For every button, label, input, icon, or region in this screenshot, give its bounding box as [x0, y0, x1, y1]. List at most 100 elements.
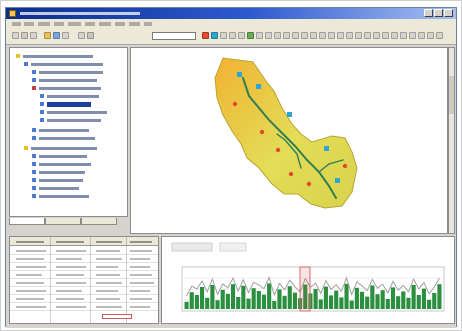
help-icon[interactable]	[319, 32, 326, 39]
open-icon[interactable]	[21, 32, 28, 39]
add-point-icon[interactable]	[202, 32, 209, 39]
table-cell[interactable]	[130, 274, 152, 276]
tab-2[interactable]	[45, 218, 81, 225]
table-cell[interactable]	[130, 298, 152, 300]
tool-icon-f[interactable]	[373, 32, 380, 39]
tree-item[interactable]	[47, 111, 107, 114]
table-cell[interactable]	[96, 282, 122, 284]
select-icon[interactable]	[220, 32, 227, 39]
tool-icon-h[interactable]	[391, 32, 398, 39]
tool-icon-k[interactable]	[418, 32, 425, 39]
table-cell[interactable]	[16, 250, 46, 252]
column-header[interactable]	[56, 241, 84, 243]
tree-item[interactable]	[39, 179, 83, 182]
chart-control[interactable]	[219, 242, 247, 252]
table-cell[interactable]	[130, 250, 152, 252]
table-cell[interactable]	[56, 306, 86, 308]
legend-icon[interactable]	[265, 32, 272, 39]
menu-item-2[interactable]	[24, 22, 34, 26]
table-cell[interactable]	[96, 266, 118, 268]
table-cell[interactable]	[56, 258, 82, 260]
filter-icon[interactable]	[274, 32, 281, 39]
menu-item-1[interactable]	[12, 22, 21, 26]
tree-item[interactable]	[39, 71, 103, 74]
menu-item-10[interactable]	[144, 22, 152, 26]
tool-icon-b[interactable]	[337, 32, 344, 39]
tab-1[interactable]	[9, 218, 45, 225]
tool-icon-i[interactable]	[400, 32, 407, 39]
table-icon[interactable]	[283, 32, 290, 39]
maximize-button[interactable]	[434, 9, 443, 17]
point-marker[interactable]	[342, 163, 348, 169]
point-marker[interactable]	[259, 129, 265, 135]
tree-item-selected[interactable]	[47, 102, 91, 107]
station-marker[interactable]	[256, 84, 261, 89]
menu-item-4[interactable]	[54, 22, 64, 26]
menu-item-5[interactable]	[68, 22, 81, 26]
station-icon[interactable]	[211, 32, 218, 39]
tree-item[interactable]	[31, 63, 103, 66]
menu-item-6[interactable]	[85, 22, 95, 26]
table-cell[interactable]	[56, 266, 86, 268]
tree-item[interactable]	[39, 195, 89, 198]
tab-3[interactable]	[81, 218, 117, 225]
table-cell[interactable]	[130, 306, 150, 308]
tree-item[interactable]	[23, 55, 93, 58]
table-cell[interactable]	[16, 258, 44, 260]
time-cursor[interactable]	[299, 266, 311, 312]
tree-item[interactable]	[39, 87, 101, 90]
tree-item[interactable]	[31, 147, 97, 150]
table-cell[interactable]	[130, 258, 150, 260]
refresh-icon[interactable]	[238, 32, 245, 39]
tree-item[interactable]	[39, 163, 91, 166]
menu-item-9[interactable]	[129, 22, 140, 26]
table-cell[interactable]	[56, 250, 86, 252]
print-icon[interactable]	[310, 32, 317, 39]
export-icon[interactable]	[301, 32, 308, 39]
table-cell[interactable]	[96, 250, 120, 252]
tree-item[interactable]	[39, 171, 85, 174]
tree-item[interactable]	[39, 137, 95, 140]
column-header[interactable]	[96, 241, 122, 243]
chart-control[interactable]	[171, 242, 213, 252]
table-cell[interactable]	[16, 306, 46, 308]
minimize-button[interactable]	[424, 9, 433, 17]
tool-icon-e[interactable]	[364, 32, 371, 39]
table-cell[interactable]	[96, 258, 122, 260]
table-cell[interactable]	[96, 274, 120, 276]
tree-item[interactable]	[47, 95, 99, 98]
menu-item-7[interactable]	[99, 22, 111, 26]
station-marker[interactable]	[324, 146, 329, 151]
layer-icon[interactable]	[78, 32, 85, 39]
station-marker[interactable]	[287, 112, 292, 117]
layer-tree-panel[interactable]	[9, 47, 128, 217]
zoom-icon[interactable]	[44, 32, 51, 39]
table-cell[interactable]	[96, 290, 118, 292]
point-marker[interactable]	[232, 101, 238, 107]
attribute-table[interactable]	[9, 236, 159, 324]
tree-item[interactable]	[39, 187, 79, 190]
map-vertical-scrollbar[interactable]	[448, 47, 455, 234]
scale-combo[interactable]	[152, 32, 196, 40]
menu-item-8[interactable]	[115, 22, 125, 26]
table-cell[interactable]	[130, 290, 150, 292]
tree-item[interactable]	[39, 79, 97, 82]
point-marker[interactable]	[275, 147, 281, 153]
table-cell[interactable]	[130, 266, 150, 268]
column-header[interactable]	[130, 241, 152, 243]
chart-panel[interactable]	[161, 236, 455, 324]
table-cell[interactable]	[96, 298, 120, 300]
chart-icon[interactable]	[292, 32, 299, 39]
scrollbar-thumb[interactable]	[449, 76, 454, 114]
run-icon[interactable]	[247, 32, 254, 39]
table-cell[interactable]	[56, 282, 86, 284]
identify-icon[interactable]	[62, 32, 69, 39]
table-cell[interactable]	[16, 274, 42, 276]
settings-icon[interactable]	[87, 32, 94, 39]
watershed-polygon[interactable]	[214, 57, 358, 209]
new-icon[interactable]	[12, 32, 19, 39]
station-marker[interactable]	[335, 178, 340, 183]
tree-item[interactable]	[47, 119, 101, 122]
table-cell[interactable]	[56, 274, 84, 276]
tool-icon-c[interactable]	[346, 32, 353, 39]
